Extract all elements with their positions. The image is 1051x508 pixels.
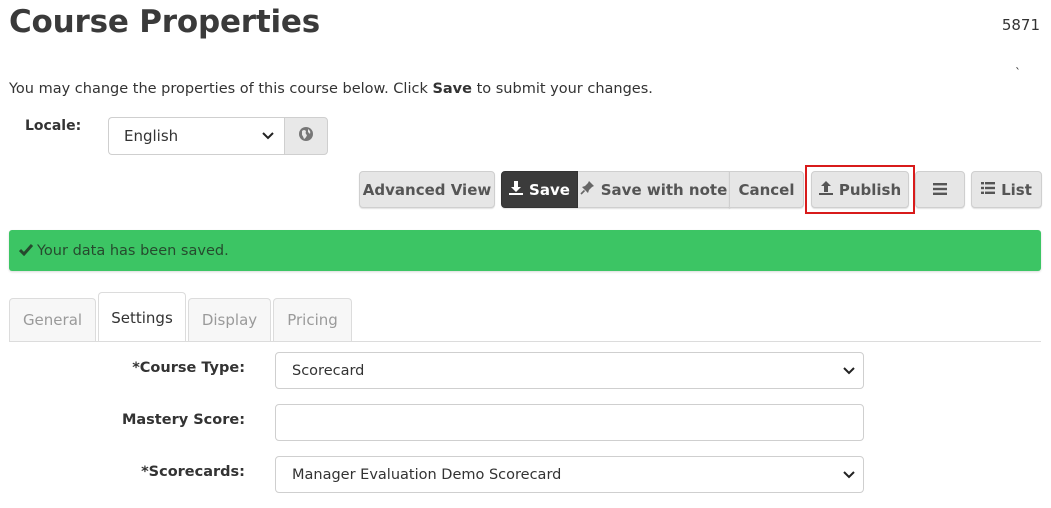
scorecards-select[interactable]: Manager Evaluation Demo Scorecard [275,456,864,493]
course-type-label: *Course Type: [132,360,245,376]
tab-pricing-label: Pricing [287,311,338,329]
tab-settings-label: Settings [111,308,173,327]
chevron-down-icon [843,364,855,378]
mastery-score-input[interactable] [275,404,864,441]
menu-button[interactable] [915,171,965,208]
hamburger-icon [933,179,947,200]
success-alert: Your data has been saved. [9,230,1041,271]
locale-group: English [108,117,328,155]
save-button[interactable]: Save [501,171,578,208]
alert-message: Your data has been saved. [37,242,229,259]
list-button[interactable]: List [971,171,1042,208]
tabs-divider [9,341,1041,342]
record-id: 5871 [1001,16,1040,34]
locale-label: Locale: [25,118,82,134]
corner-mark: ` [1015,66,1021,80]
chevron-down-icon [843,468,855,482]
pin-icon [580,180,595,199]
list-label: List [1001,180,1032,199]
mastery-score-label: Mastery Score: [121,412,245,428]
intro-text-bold: Save [432,81,472,97]
course-type-select[interactable]: Scorecard [275,352,864,389]
locale-select[interactable]: English [108,117,284,155]
globe-button[interactable] [284,117,328,155]
scorecards-label: *Scorecards: [141,464,245,480]
tab-settings[interactable]: Settings [98,292,186,342]
tab-display[interactable]: Display [188,298,271,341]
tab-display-label: Display [201,311,258,329]
tab-general[interactable]: General [9,298,96,341]
save-label: Save [529,180,570,199]
tab-pricing[interactable]: Pricing [273,298,352,341]
page-title: Course Properties [9,4,321,40]
locale-selected-value: English [124,127,179,145]
save-with-note-button[interactable]: Save with note [578,171,730,208]
save-with-note-label: Save with note [600,180,728,199]
tab-general-label: General [22,311,83,329]
intro-text: You may change the properties of this co… [9,81,653,97]
advanced-view-label: Advanced View [362,180,492,199]
scorecards-value: Manager Evaluation Demo Scorecard [292,466,562,483]
cancel-label: Cancel [738,180,795,199]
list-icon [981,181,996,198]
intro-text-end: to submit your changes. [471,81,653,97]
course-type-value: Scorecard [292,362,365,379]
globe-icon [298,126,314,146]
download-icon [509,180,524,199]
advanced-view-button[interactable]: Advanced View [359,171,495,208]
publish-highlight [805,165,915,214]
cancel-button[interactable]: Cancel [729,171,804,208]
check-icon [18,242,34,260]
intro-text-start: You may change the properties of this co… [9,81,433,97]
chevron-down-icon [262,129,274,143]
